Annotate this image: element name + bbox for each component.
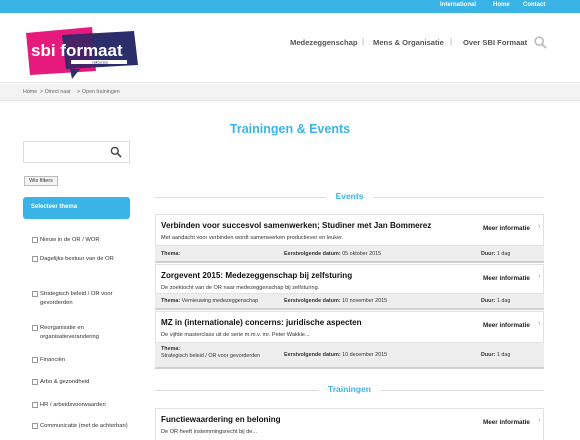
checkbox[interactable] [32, 357, 38, 363]
chevron-right-icon[interactable]: › [538, 273, 540, 280]
more-info-link[interactable]: Meer informatie [483, 322, 530, 329]
filter-checkbox-item[interactable]: Financiën [32, 356, 132, 365]
event-theme: Thema: Vernieuwing medezeggenschap [161, 298, 259, 304]
search-icon[interactable] [534, 36, 547, 49]
filter-checkbox-item[interactable]: Dagelijks bestuur van de OR [32, 255, 132, 264]
event-title[interactable]: MZ in (internationale) concerns: juridis… [161, 318, 362, 327]
checkbox[interactable] [32, 256, 38, 262]
filter-label: Reorganisatie en organisatieverandering [40, 325, 99, 341]
filter-checkbox-item[interactable]: Communicatie (met de achterban) [32, 422, 132, 431]
filter-label: Nieuw in de OR / WOR [40, 237, 100, 243]
event-meta-row: Thema: Eerstvolgende datum: 05 oktober 2… [155, 246, 544, 263]
chevron-right-icon[interactable]: › [538, 417, 540, 424]
search-icon[interactable] [110, 146, 122, 158]
event-card[interactable]: Verbinden voor succesvol samenwerken; St… [155, 214, 544, 246]
top-link-home[interactable]: Home [493, 2, 510, 8]
breadcrumb-direct-naar[interactable]: Direct naar [45, 89, 71, 95]
top-bar: International Home Contact [0, 0, 580, 13]
filter-label: Financiën [40, 357, 66, 363]
training-description: De OR heeft instemmingsrecht bij de... [161, 429, 258, 435]
checkbox[interactable] [32, 237, 38, 243]
filter-checkbox-item[interactable]: HR / arbeidsvoorwaarden [32, 401, 132, 410]
event-date: Eerstvolgende datum: 10 december 2015 [284, 352, 388, 358]
event-description: De vijfde masterclass uit de serie m.m.v… [161, 332, 310, 338]
nav-mens-organisatie[interactable]: Mens & Organisatie [373, 38, 444, 47]
logo-brand-text: sbi formaat [31, 41, 123, 60]
checkbox[interactable] [32, 291, 38, 297]
filter-checkbox-item[interactable]: Arbo & gezondheid [32, 378, 132, 387]
event-description: De zoektocht van de OR naar medezeggensc… [161, 285, 320, 291]
more-info-link[interactable]: Meer informatie [483, 225, 530, 232]
breadcrumb-open-trainingen: Open trainingen [82, 89, 120, 95]
top-link-contact[interactable]: Contact [523, 2, 545, 8]
trainingen-heading: Trainingen [318, 384, 381, 394]
top-link-international[interactable]: International [440, 2, 476, 8]
filter-checkbox-item[interactable]: Strategisch beleid / OR voor gevorderden [32, 290, 132, 308]
nav-separator: | [362, 37, 365, 46]
site-header: sbi formaat vakcursus Medezeggenschap | … [0, 13, 580, 83]
filter-label: HR / arbeidsvoorwaarden [40, 402, 106, 408]
nav-separator: | [450, 37, 453, 46]
select-theme-button[interactable]: Selecteer thema [23, 197, 130, 219]
event-card[interactable]: MZ in (internationale) concerns: juridis… [155, 311, 544, 343]
breadcrumb: Home > Direct naar > Open trainingen [0, 84, 580, 101]
training-title[interactable]: Functiewaardering en beloning [161, 415, 281, 424]
checkbox[interactable] [32, 402, 38, 408]
event-duration: Duur: 1 dag [481, 352, 511, 358]
nav-over-sbi-formaat[interactable]: Over SBI Formaat [463, 38, 527, 47]
chevron-right-icon[interactable]: › [538, 320, 540, 327]
sbi-formaat-logo[interactable]: sbi formaat vakcursus [22, 25, 140, 79]
breadcrumb-separator: > [40, 89, 44, 95]
checkbox[interactable] [32, 379, 38, 385]
event-date: Eerstvolgende datum: 10 november 2015 [284, 298, 388, 304]
event-title[interactable]: Verbinden voor succesvol samenwerken; St… [161, 221, 431, 230]
nav-medezeggenschap[interactable]: Medezeggenschap [290, 38, 358, 47]
filter-label: Dagelijks bestuur van de OR [40, 256, 114, 262]
events-heading: Events [325, 191, 374, 201]
event-theme: Thema: Strategisch beleid / OR voor gevo… [161, 346, 261, 359]
event-card[interactable]: Zorgevent 2015: Medezeggenschap bij zelf… [155, 264, 544, 294]
event-description: Met aandacht voor verbinden wordt samenw… [161, 235, 344, 241]
training-card[interactable]: Functiewaardering en beloning De OR heef… [155, 408, 544, 440]
chevron-right-icon[interactable]: › [538, 223, 540, 230]
event-date: Eerstvolgende datum: 05 oktober 2015 [284, 251, 382, 257]
event-duration: Duur: 1 dag [481, 298, 511, 304]
filter-checkbox-item[interactable]: Nieuw in de OR / WOR [32, 236, 132, 245]
filter-checkbox-item[interactable]: Reorganisatie en organisatieverandering [32, 324, 132, 342]
page-title: Trainingen & Events [229, 122, 351, 136]
filter-label: Communicatie (met de achterban) [40, 423, 128, 429]
event-meta-row: Thema: Vernieuwing medezeggenschap Eerst… [155, 294, 544, 310]
clear-filters-button[interactable]: Wis filters [24, 176, 58, 186]
event-title[interactable]: Zorgevent 2015: Medezeggenschap bij zelf… [161, 271, 352, 280]
events-section-heading: Events [155, 190, 544, 204]
logo-tagline: vakcursus [92, 61, 108, 65]
trainingen-section-heading: Trainingen [155, 383, 544, 397]
checkbox[interactable] [32, 325, 38, 331]
breadcrumb-home[interactable]: Home [23, 89, 37, 95]
breadcrumb-separator: > [77, 89, 81, 95]
filter-label: Strategisch beleid / OR voor gevorderden [40, 291, 113, 307]
event-meta-row: Thema: Strategisch beleid / OR voor gevo… [155, 343, 544, 369]
event-duration: Duur: 1 dag [481, 251, 511, 257]
page: International Home Contact sbi formaat v… [0, 0, 580, 440]
more-info-link[interactable]: Meer informatie [483, 275, 530, 282]
checkbox[interactable] [32, 423, 38, 429]
filter-label: Arbo & gezondheid [40, 379, 90, 385]
more-info-link[interactable]: Meer informatie [483, 419, 530, 426]
event-theme: Thema: [161, 251, 181, 257]
